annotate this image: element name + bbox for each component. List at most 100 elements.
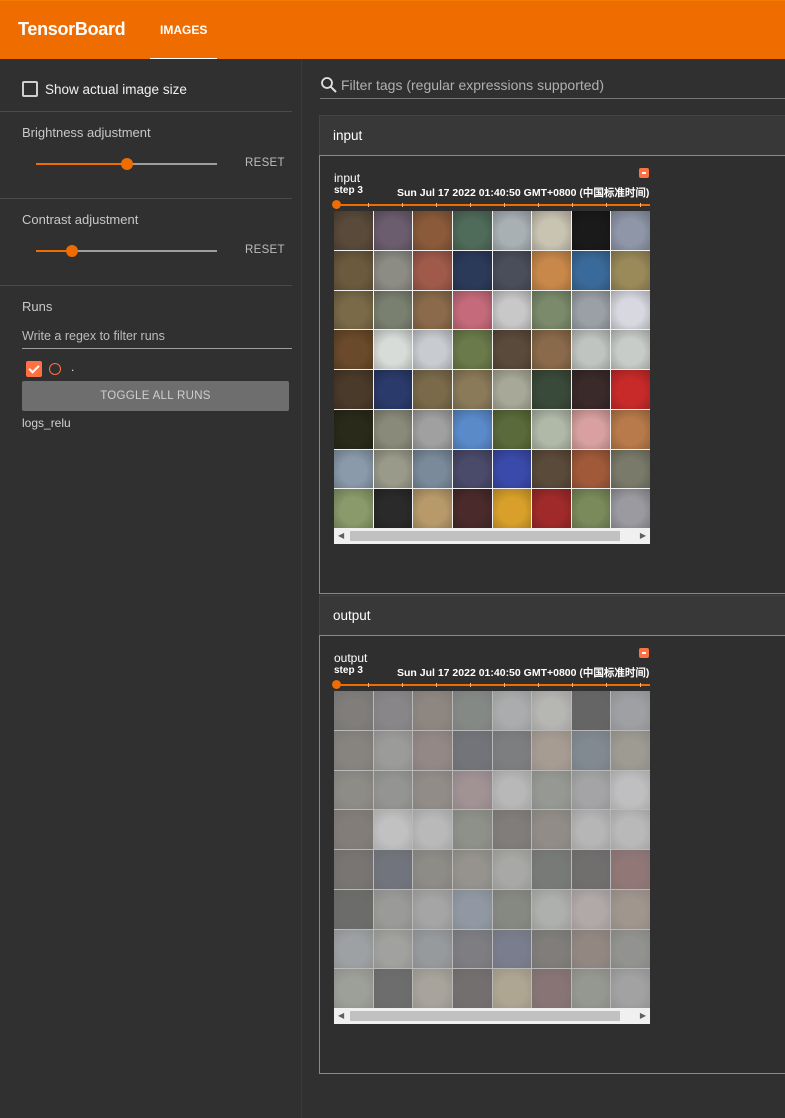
scroll-left-icon[interactable]: ◀ <box>338 1012 344 1020</box>
step-tick <box>571 203 573 207</box>
image-tile <box>334 730 373 770</box>
image-tile <box>452 691 492 730</box>
step-slider-thumb[interactable] <box>332 200 341 209</box>
image-tile <box>492 409 532 449</box>
image-tile <box>452 810 492 849</box>
image-tile <box>373 889 413 929</box>
step-slider-track <box>334 204 650 206</box>
image-tile <box>611 370 650 409</box>
card-title: input <box>334 171 361 185</box>
image-tile <box>532 330 571 369</box>
tag-filter[interactable]: Filter tags (regular expressions support… <box>320 74 785 99</box>
image-tile <box>452 489 492 528</box>
image-tile <box>532 889 571 929</box>
card-timestamp: Sun Jul 17 2022 01:40:50 GMT+0800 (中国标准时… <box>397 667 650 679</box>
tag-filter-input[interactable]: Filter tags (regular expressions support… <box>341 77 604 93</box>
group-header-input[interactable]: input <box>319 115 785 155</box>
step-tick <box>537 203 539 207</box>
image-tile <box>611 290 650 330</box>
image-grid <box>334 691 650 1008</box>
step-slider-thumb[interactable] <box>332 680 341 689</box>
image-tile <box>452 250 492 290</box>
image-tile <box>334 889 373 929</box>
scroll-left-icon[interactable]: ◀ <box>338 532 344 540</box>
image-tile <box>413 489 452 528</box>
image-tile <box>571 770 611 810</box>
image-tile <box>492 211 532 250</box>
step-tick <box>401 683 403 687</box>
image-tile <box>334 929 373 969</box>
image-tile <box>571 250 611 290</box>
tab-images[interactable]: IMAGES <box>150 1 217 60</box>
show-actual-size-label: Show actual image size <box>45 82 187 97</box>
card-title: output <box>334 651 368 665</box>
group-title: input <box>333 128 363 143</box>
show-actual-size-checkbox[interactable] <box>22 81 38 97</box>
image-tile <box>492 691 532 730</box>
app-title: TensorBoard <box>18 19 126 39</box>
scrollbar-thumb[interactable] <box>350 1011 620 1021</box>
image-tile <box>452 730 492 770</box>
image-tile <box>413 409 452 449</box>
image-tile <box>611 810 650 849</box>
image-tile <box>373 330 413 369</box>
image-tile <box>532 770 571 810</box>
image-tile <box>373 850 413 889</box>
step-slider[interactable] <box>332 680 650 690</box>
image-tile <box>413 929 452 969</box>
image-tile <box>413 290 452 330</box>
contrast-slider-thumb[interactable] <box>66 245 79 257</box>
image-tile <box>373 770 413 810</box>
step-tick <box>605 683 607 687</box>
image-tile <box>571 330 611 369</box>
image-tile <box>413 211 452 250</box>
contrast-slider[interactable] <box>36 245 217 257</box>
horizontal-scrollbar[interactable]: ◀ ▶ <box>334 528 650 544</box>
image-tile <box>373 290 413 330</box>
group-header-output[interactable]: output <box>319 595 785 635</box>
run-checkbox[interactable] <box>26 361 42 377</box>
image-tile <box>571 810 611 849</box>
divider <box>0 285 292 286</box>
image-tile <box>334 370 373 409</box>
image-tile <box>571 691 611 730</box>
runs-filter-input[interactable]: Write a regex to filter runs <box>22 327 292 349</box>
step-tick <box>639 203 641 207</box>
image-tile <box>413 730 452 770</box>
image-tile <box>611 409 650 449</box>
toggle-all-runs-button[interactable]: TOGGLE ALL RUNS <box>22 381 289 411</box>
image-tile <box>532 691 571 730</box>
scrollbar-thumb[interactable] <box>350 531 620 541</box>
card-timestamp: Sun Jul 17 2022 01:40:50 GMT+0800 (中国标准时… <box>397 187 650 199</box>
contrast-label: Contrast adjustment <box>22 212 139 227</box>
image-tile <box>452 211 492 250</box>
collapse-icon[interactable] <box>639 168 649 178</box>
image-tile <box>413 969 452 1008</box>
image-tile <box>452 929 492 969</box>
image-tile <box>373 370 413 409</box>
step-slider-track <box>334 684 650 686</box>
brightness-reset-button[interactable]: RESET <box>245 157 285 169</box>
horizontal-scrollbar[interactable]: ◀ ▶ <box>334 1008 650 1024</box>
image-tile <box>492 330 532 369</box>
contrast-reset-button[interactable]: RESET <box>245 244 285 256</box>
run-label: . <box>71 360 75 374</box>
brightness-slider[interactable] <box>36 158 217 170</box>
scroll-right-icon[interactable]: ▶ <box>640 532 646 540</box>
image-tile <box>413 449 452 489</box>
step-tick <box>435 683 437 687</box>
image-tile <box>492 969 532 1008</box>
step-slider[interactable] <box>332 200 650 210</box>
image-tile <box>373 211 413 250</box>
collapse-icon[interactable] <box>639 648 649 658</box>
image-tile <box>611 211 650 250</box>
image-tile <box>571 889 611 929</box>
image-tile <box>492 810 532 849</box>
image-tile <box>611 691 650 730</box>
scroll-right-icon[interactable]: ▶ <box>640 1012 646 1020</box>
image-tile <box>413 770 452 810</box>
brightness-slider-thumb[interactable] <box>120 158 133 170</box>
run-color-icon[interactable] <box>49 363 61 375</box>
run-name: logs_relu <box>22 416 71 430</box>
image-tile <box>452 290 492 330</box>
